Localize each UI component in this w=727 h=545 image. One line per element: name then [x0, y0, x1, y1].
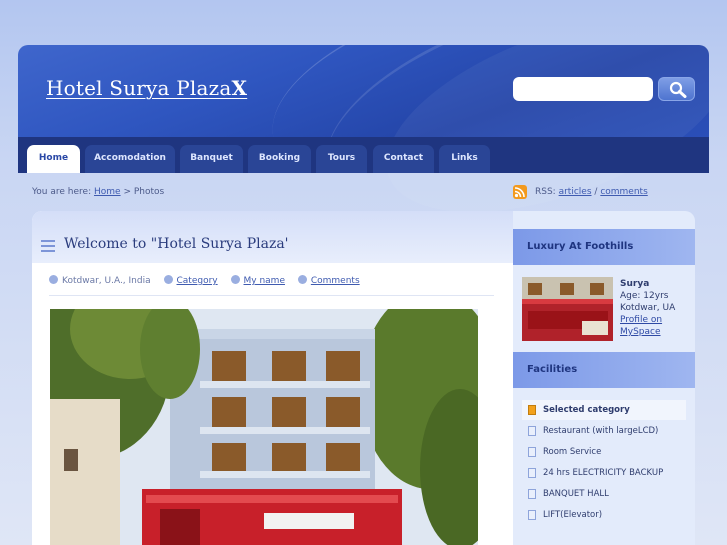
list-icon: [41, 240, 55, 255]
page-icon: [528, 447, 536, 457]
page-icon: [528, 405, 536, 415]
post-comments-link[interactable]: Comments: [311, 276, 360, 286]
breadcrumb-home-link[interactable]: Home: [94, 187, 121, 197]
page-icon: [528, 426, 536, 436]
breadcrumb-prefix: You are here:: [32, 187, 92, 197]
post-meta: Kotdwar, U.A., India Category My name Co…: [49, 275, 370, 286]
facility-label: 24 hrs ELECTRICITY BACKUP: [543, 468, 664, 478]
rss-comments-link[interactable]: comments: [600, 187, 647, 197]
tab-booking[interactable]: Booking: [248, 145, 311, 173]
user-icon: [230, 275, 240, 284]
profile-age: Age: 12yrs: [620, 291, 669, 301]
profile-myspace-link[interactable]: Profile on MySpace: [620, 314, 672, 338]
rss-articles-link[interactable]: articles: [559, 187, 592, 197]
facility-item[interactable]: Restaurant (with largeLCD): [522, 421, 686, 441]
tab-home[interactable]: Home: [27, 145, 80, 173]
profile-photo: [522, 277, 613, 341]
page-wrapper: Hotel Surya PlazaX Home Accomodation Ban…: [18, 45, 709, 545]
tab-tours[interactable]: Tours: [316, 145, 367, 173]
breadcrumb-current: Photos: [133, 187, 165, 197]
sidebar: Luxury At Foothills Surya Age: 12yrs Kot…: [513, 211, 695, 545]
facility-label: BANQUET HALL: [543, 489, 609, 499]
hotel-photo: [50, 309, 478, 545]
facility-label: LIFT(Elevator): [543, 510, 603, 520]
post-category-link[interactable]: Category: [177, 276, 218, 286]
facility-label: Restaurant (with largeLCD): [543, 426, 659, 436]
page-icon: [528, 510, 536, 520]
breadcrumb-separator: >: [123, 187, 131, 197]
search-button[interactable]: [658, 77, 695, 101]
page-icon: [528, 489, 536, 499]
post-location: Kotdwar, U.A., India: [62, 276, 151, 286]
meta-divider: [49, 295, 494, 296]
clock-icon: [49, 275, 58, 284]
page-icon: [528, 468, 536, 478]
tab-accomodation[interactable]: Accomodation: [85, 145, 175, 173]
facility-label: Selected category: [543, 405, 630, 415]
site-title-link[interactable]: Hotel Surya PlazaX: [46, 76, 247, 100]
profile-info: Surya Age: 12yrs Kotdwar, UA Profile on …: [620, 278, 675, 338]
facility-item[interactable]: Selected category: [522, 400, 686, 420]
tab-contact[interactable]: Contact: [373, 145, 434, 173]
rss-separator: /: [594, 187, 598, 197]
search-input[interactable]: [513, 77, 653, 101]
sidebar-heading-luxury: Luxury At Foothills: [513, 229, 695, 265]
main-nav: Home Accomodation Banquet Booking Tours …: [18, 137, 709, 173]
post-author-link[interactable]: My name: [244, 276, 285, 286]
tab-links[interactable]: Links: [439, 145, 490, 173]
post-title: Welcome to "Hotel Surya Plaza': [64, 236, 289, 252]
main-content: Welcome to "Hotel Surya Plaza' Kotdwar, …: [32, 211, 513, 545]
rss-links: RSS: articles / comments: [535, 187, 648, 197]
search-icon: [669, 81, 687, 98]
site-title-text: Hotel Surya Plaza: [46, 76, 232, 100]
facility-item[interactable]: Room Service: [522, 442, 686, 462]
profile-place: Kotdwar, UA: [620, 303, 676, 313]
sidebar-heading-facilities: Facilities: [513, 352, 695, 388]
comment-icon: [297, 275, 307, 284]
site-title-suffix: X: [231, 76, 248, 100]
rss-label: RSS:: [535, 187, 556, 197]
rss-icon[interactable]: [513, 185, 527, 199]
profile-name: Surya: [620, 279, 650, 289]
facility-item[interactable]: BANQUET HALL: [522, 484, 686, 504]
facility-item[interactable]: LIFT(Elevator): [522, 505, 686, 525]
facility-label: Room Service: [543, 447, 602, 457]
breadcrumb: You are here: Home > Photos: [32, 187, 164, 197]
facility-item[interactable]: 24 hrs ELECTRICITY BACKUP: [522, 463, 686, 483]
folder-icon: [163, 275, 173, 284]
tab-banquet[interactable]: Banquet: [180, 145, 243, 173]
site-header: Hotel Surya PlazaX: [18, 45, 709, 259]
